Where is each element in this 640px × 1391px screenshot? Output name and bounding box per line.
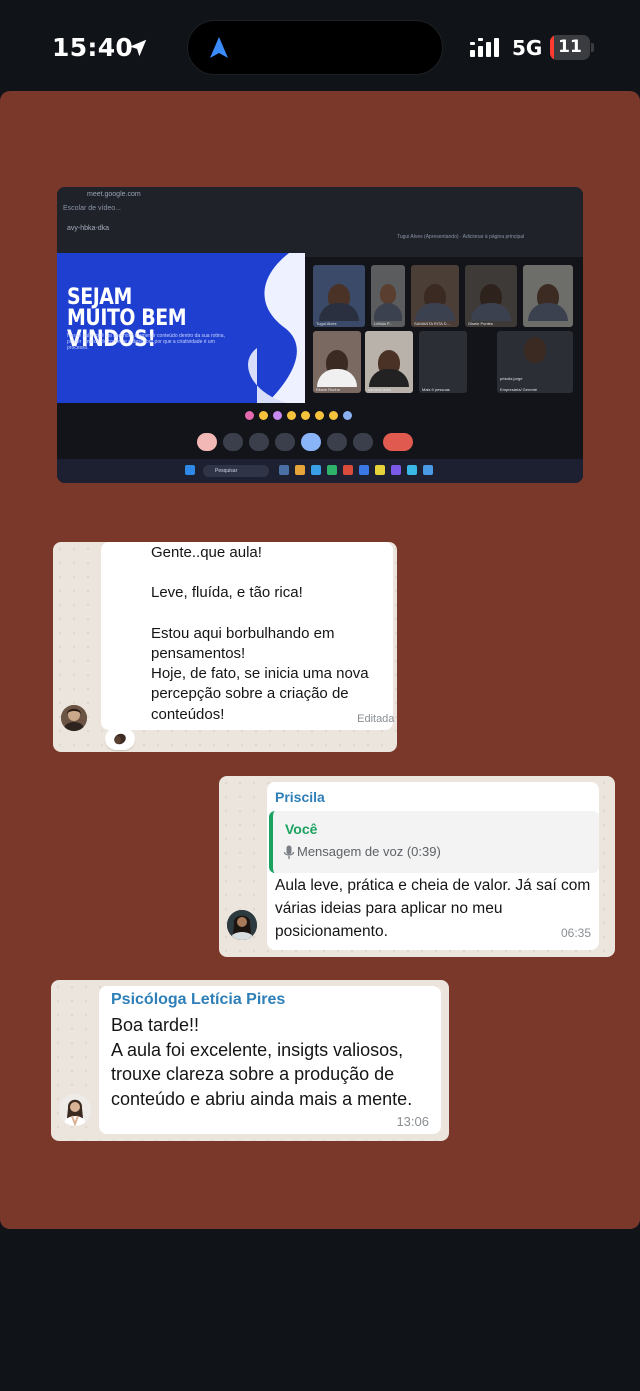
microphone-icon	[283, 845, 295, 859]
cellular-signal-icon	[470, 38, 499, 57]
hand-button[interactable]	[327, 433, 347, 451]
participant-tile[interactable]: Tugui Alves	[313, 265, 365, 327]
emoji-button[interactable]	[301, 433, 321, 451]
message-text: Gente..que aula! Leve, fluída, e tão ric…	[151, 544, 369, 723]
call-controls	[197, 433, 427, 453]
clapping-hands-icon	[114, 733, 126, 745]
quote-author: Você	[285, 821, 318, 837]
message-bubble[interactable]: Psicóloga Letícia Pires Boa tarde!! A au…	[99, 986, 441, 1134]
browser-chrome: meet.google.com Escolar de vídeo... avy-…	[57, 187, 583, 257]
participant-tile[interactable]: SAMANTA RITA D...	[411, 265, 459, 327]
sender-name[interactable]: Psicóloga Letícia Pires	[111, 991, 285, 1009]
presentation-slide: SEJAM MUITO BEM VINDOS! Nesse aula você …	[57, 253, 305, 403]
camera-button[interactable]	[223, 433, 243, 451]
chat-screenshot-2: Priscila Você Mensagem de voz (0:39) Aul…	[219, 776, 615, 957]
windows-start-icon[interactable]	[185, 465, 195, 475]
battery-icon: 11	[550, 35, 590, 60]
more-participants-tile[interactable]: Mais 9 pessoas	[419, 331, 467, 393]
slide-body: Nesse aula você vai aprender a emergir c…	[67, 333, 225, 351]
message-bubble[interactable]: Priscila Você Mensagem de voz (0:39) Aul…	[267, 782, 599, 950]
avatar-image	[61, 705, 87, 731]
captions-button[interactable]	[249, 433, 269, 451]
quote-text: Mensagem de voz (0:39)	[297, 844, 441, 859]
message-time: 13:06	[396, 1114, 429, 1129]
story-card: meet.google.com Escolar de vídeo... avy-…	[0, 91, 640, 1229]
battery-level: 11	[558, 37, 582, 57]
chat-screenshot-3: Psicóloga Letícia Pires Boa tarde!! A au…	[51, 980, 449, 1141]
browser-url: meet.google.com	[87, 191, 141, 198]
participant-grid: Tugui Alves Letícia P... SAMANTA RITA D.…	[309, 261, 577, 401]
dynamic-island[interactable]	[187, 20, 443, 75]
reaction-chip[interactable]	[105, 728, 135, 750]
quoted-message[interactable]: Você Mensagem de voz (0:39)	[269, 811, 599, 873]
participant-tile[interactable]: samara dnes	[365, 331, 413, 393]
status-bar: 15:40 5G 11	[0, 0, 640, 92]
navigation-arrow-icon	[210, 37, 228, 58]
mic-off-button[interactable]	[197, 433, 217, 451]
reaction-bar[interactable]	[245, 411, 375, 423]
avatar-image	[227, 910, 257, 940]
message-time: 06:35	[560, 926, 591, 940]
avatar[interactable]	[61, 705, 87, 731]
participant-tile[interactable]: priscila jorge Empresária/ Gerente	[497, 331, 573, 393]
message-time: Editada 22:57	[357, 713, 397, 725]
avatar[interactable]	[227, 910, 257, 940]
location-arrow-icon	[129, 39, 147, 57]
participant-tile[interactable]	[523, 265, 573, 327]
sender-name[interactable]: Priscila	[275, 789, 325, 805]
participant-tile[interactable]: Eliane Rocha	[313, 331, 361, 393]
participant-tile[interactable]: Letícia P...	[371, 265, 405, 327]
network-type: 5G	[512, 36, 543, 60]
avatar[interactable]	[59, 1094, 91, 1126]
avatar-image	[59, 1094, 91, 1126]
browser-tab: Escolar de vídeo...	[63, 205, 121, 212]
video-call-photo[interactable]: meet.google.com Escolar de vídeo... avy-…	[57, 187, 583, 483]
status-time: 15:40	[52, 33, 134, 62]
taskbar-search[interactable]: Pesquisar	[203, 465, 269, 477]
slide-wave-graphic	[248, 253, 305, 403]
meet-code: avy-hbka-dka	[67, 225, 110, 232]
end-call-button[interactable]	[383, 433, 413, 451]
message-bubble[interactable]: Gente..que aula! Leve, fluída, e tão ric…	[101, 542, 397, 730]
present-button[interactable]	[275, 433, 295, 451]
windows-taskbar: Pesquisar	[57, 459, 583, 483]
participant-tile[interactable]: Gisele Pontes	[465, 265, 517, 327]
message-text: Boa tarde!! A aula foi excelente, insigt…	[111, 1015, 413, 1109]
more-options-button[interactable]	[353, 433, 373, 451]
pinned-presenter-label: Tugui Alves (Apresentando) · Adicionar à…	[397, 234, 525, 240]
chat-screenshot-1: Gente..que aula! Leve, fluída, e tão ric…	[53, 542, 397, 752]
battery-indicator: 11	[550, 35, 594, 60]
